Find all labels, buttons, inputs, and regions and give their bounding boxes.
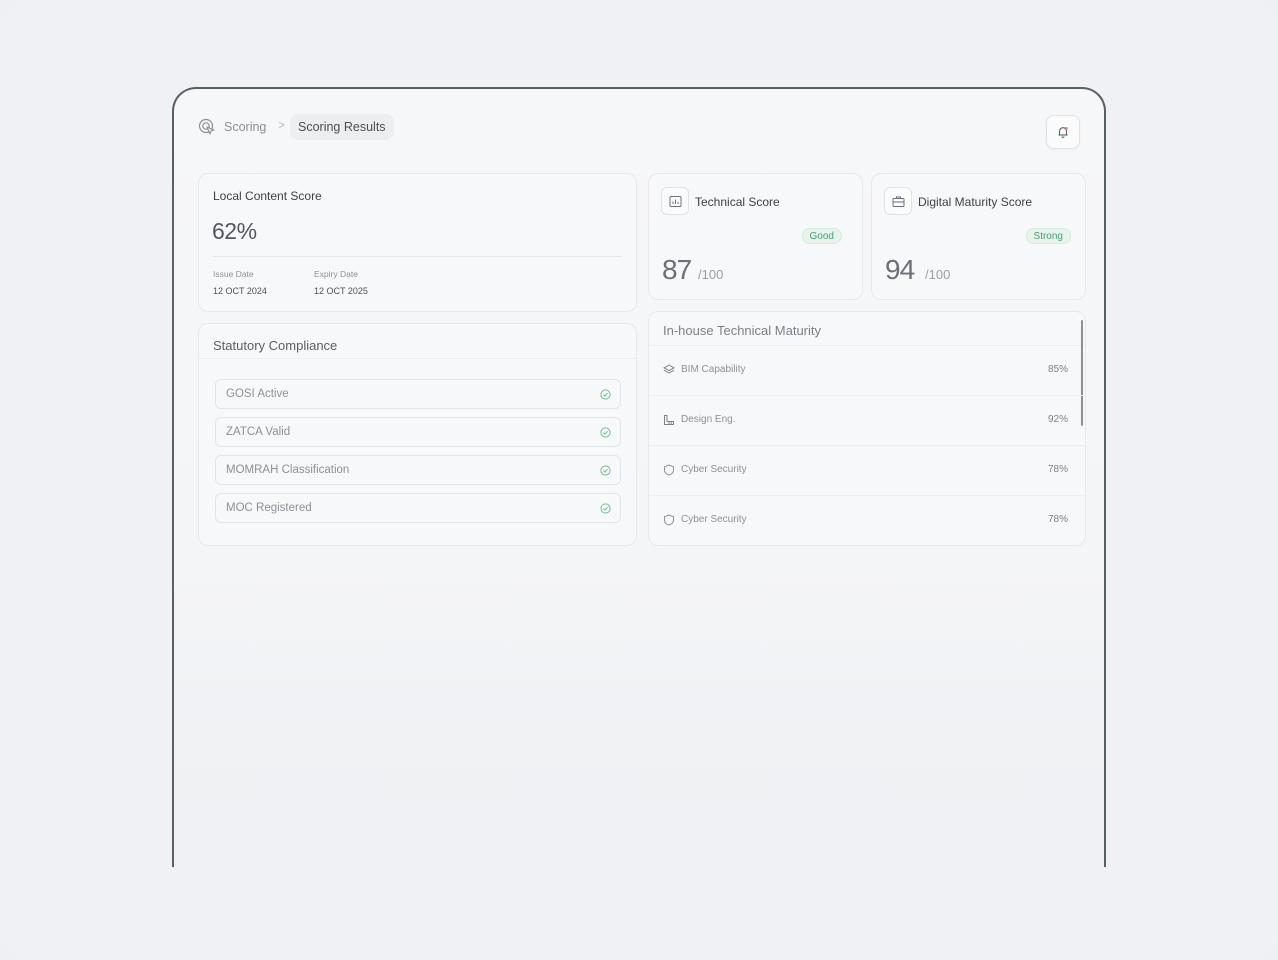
statutory-compliance-title: Statutory Compliance bbox=[213, 338, 338, 353]
maturity-row-value: 78% bbox=[1047, 514, 1068, 525]
local-content-value: 62% bbox=[212, 218, 257, 244]
maturity-row: Design Eng. 92% bbox=[649, 396, 1085, 446]
digital-maturity-title: Digital Maturity Score bbox=[918, 195, 1033, 209]
compliance-item-label: MOMRAH Classification bbox=[226, 464, 350, 476]
digital-maturity-card: Digital Maturity Score Strong 94 /100 bbox=[871, 173, 1086, 300]
compliance-item[interactable]: ZATCA Valid bbox=[215, 417, 621, 447]
check-circle-icon bbox=[600, 465, 611, 476]
check-circle-icon bbox=[600, 427, 611, 438]
local-content-card: Local Content Score 62% Issue Date 12 OC… bbox=[198, 173, 637, 312]
technical-maturity-card: In-house Technical Maturity BIM Capabili… bbox=[648, 311, 1086, 546]
shield-icon bbox=[664, 464, 674, 476]
check-circle-icon bbox=[600, 503, 611, 514]
maturity-row: BIM Capability 85% bbox=[649, 346, 1085, 396]
technical-score-value: 87 bbox=[662, 254, 692, 285]
issue-date-label: Issue Date bbox=[213, 269, 254, 279]
compliance-item-label: GOSI Active bbox=[226, 388, 289, 400]
digital-status-badge: Strong bbox=[1025, 228, 1071, 244]
maturity-row-label: Cyber Security bbox=[681, 514, 747, 525]
divider bbox=[199, 358, 636, 359]
digital-score-value: 94 bbox=[885, 254, 915, 285]
compliance-item[interactable]: GOSI Active bbox=[215, 379, 621, 409]
issue-date-value: 12 OCT 2024 bbox=[213, 286, 267, 296]
maturity-row-label: BIM Capability bbox=[681, 364, 746, 375]
maturity-row-label: Design Eng. bbox=[681, 414, 736, 425]
shield-icon bbox=[664, 514, 674, 526]
technical-score-card: Technical Score Good 87 /100 bbox=[648, 173, 863, 300]
compliance-item-label: ZATCA Valid bbox=[226, 426, 291, 438]
maturity-row-value: 78% bbox=[1047, 464, 1068, 475]
local-content-title: Local Content Score bbox=[213, 189, 322, 203]
layers-icon bbox=[663, 364, 675, 374]
app-window: Scoring > Scoring Results Local Content … bbox=[172, 87, 1106, 867]
expiry-date-value: 12 OCT 2025 bbox=[314, 286, 368, 296]
chart-icon bbox=[661, 187, 689, 215]
notifications-button[interactable] bbox=[1046, 115, 1080, 149]
maturity-row: Cyber Security 78% bbox=[649, 496, 1085, 545]
technical-score-title: Technical Score bbox=[695, 195, 780, 209]
blueprint-icon bbox=[664, 415, 674, 425]
scoring-target-icon bbox=[198, 118, 215, 135]
bell-icon bbox=[1058, 127, 1068, 138]
maturity-row-value: 85% bbox=[1047, 364, 1068, 375]
check-circle-icon bbox=[600, 389, 611, 400]
technical-maturity-title: In-house Technical Maturity bbox=[663, 323, 822, 338]
maturity-row-label: Cyber Security bbox=[681, 464, 747, 475]
digital-score-suffix: /100 bbox=[925, 267, 951, 282]
technical-status-badge: Good bbox=[801, 228, 842, 244]
expiry-date-label: Expiry Date bbox=[314, 269, 358, 279]
technical-score-suffix: /100 bbox=[698, 267, 724, 282]
briefcase-icon bbox=[884, 187, 912, 215]
maturity-row-value: 92% bbox=[1047, 414, 1068, 425]
breadcrumb-current[interactable]: Scoring Results bbox=[290, 114, 394, 140]
statutory-compliance-card: Statutory Compliance GOSI Active ZATCA V… bbox=[198, 323, 637, 546]
compliance-item[interactable]: MOC Registered bbox=[215, 493, 621, 523]
bottom-fade bbox=[174, 607, 1104, 867]
compliance-item-label: MOC Registered bbox=[226, 502, 312, 514]
breadcrumb-scoring[interactable]: Scoring bbox=[224, 120, 266, 134]
breadcrumb-separator: > bbox=[278, 118, 286, 132]
header: Scoring > Scoring Results bbox=[198, 114, 1080, 151]
divider bbox=[213, 256, 622, 257]
maturity-row: Cyber Security 78% bbox=[649, 446, 1085, 496]
compliance-item[interactable]: MOMRAH Classification bbox=[215, 455, 621, 485]
